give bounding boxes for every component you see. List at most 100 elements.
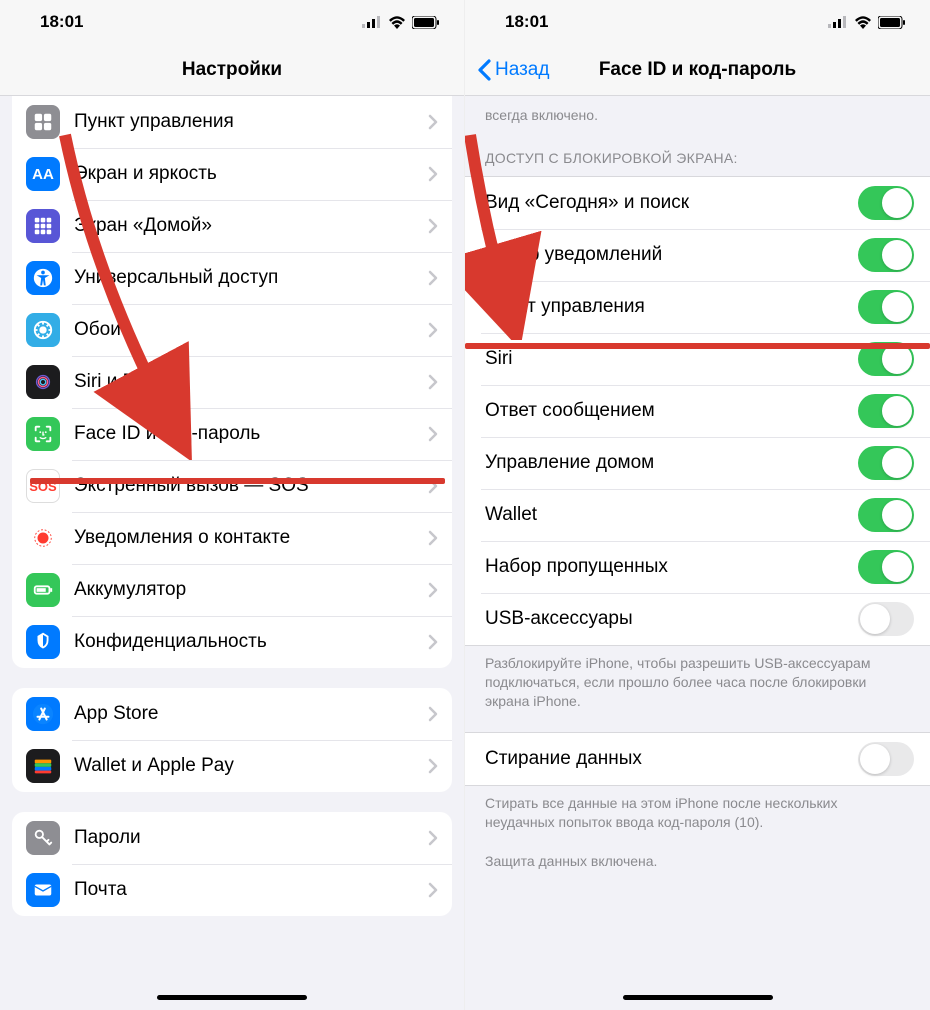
row-label: Wallet и Apple Pay [74,755,428,777]
home-indicator[interactable] [623,995,773,1000]
wallpaper-icon [26,313,60,347]
settings-row-wallpaper[interactable]: Обои [12,304,452,356]
page-title: Настройки [0,59,464,81]
chevron-right-icon [428,166,438,182]
toggle-row[interactable]: Вид «Сегодня» и поиск [465,177,930,229]
row-label: Аккумулятор [74,579,428,601]
accessibility-icon [26,261,60,295]
toggle-switch[interactable] [858,342,914,376]
erase-toggle[interactable] [858,742,914,776]
settings-row-key[interactable]: Пароли [12,812,452,864]
right-phone: 18:01 Назад Face ID и код-пароль всегда … [465,0,930,1010]
toggle-row[interactable]: Пункт управления [465,281,930,333]
row-label: Универсальный доступ [74,267,428,289]
row-label: Обои [74,319,428,341]
row-label: Экран и яркость [74,163,428,185]
home-screen-icon [26,209,60,243]
toggle-switch[interactable] [858,498,914,532]
back-label: Назад [495,59,549,81]
toggle-label: Пункт управления [485,296,858,318]
settings-list[interactable]: Пункт управления AA Экран и яркость Экран «… [0,96,464,1010]
left-phone: 18:01 Настройки Пункт управления AA Экран … [0,0,465,1010]
chevron-right-icon [428,634,438,650]
status-icons [828,16,906,29]
mail-icon [26,873,60,907]
row-label: Пароли [74,827,428,849]
settings-row-display[interactable]: AA Экран и яркость [12,148,452,200]
toggle-row[interactable]: Ответ сообщением [465,385,930,437]
status-bar: 18:01 [465,0,930,44]
battery-icon [878,16,906,29]
nav-bar: Назад Face ID и код-пароль [465,44,930,96]
wifi-icon [854,16,872,29]
toggle-switch[interactable] [858,394,914,428]
settings-row-accessibility[interactable]: Универсальный доступ [12,252,452,304]
status-time: 18:01 [505,12,548,32]
settings-row-wallet[interactable]: Wallet и Apple Pay [12,740,452,792]
row-label: App Store [74,703,428,725]
settings-row-battery[interactable]: Аккумулятор [12,564,452,616]
settings-row-appstore[interactable]: App Store [12,688,452,740]
chevron-left-icon [477,59,491,81]
nav-bar: Настройки [0,44,464,96]
chevron-right-icon [428,582,438,598]
toggle-row[interactable]: Центр уведомлений [465,229,930,281]
row-label: Siri и Поиск [74,371,428,393]
back-button[interactable]: Назад [465,59,549,81]
settings-row-control-center[interactable]: Пункт управления [12,96,452,148]
settings-row-siri[interactable]: Siri и Поиск [12,356,452,408]
erase-caption: Стирать все данные на этом iPhone после … [465,786,930,840]
toggle-label: USB-аксессуары [485,608,858,630]
chevron-right-icon [428,530,438,546]
settings-row-exposure[interactable]: Уведомления о контакте [12,512,452,564]
toggle-label: Ответ сообщением [485,400,858,422]
row-label: Экран «Домой» [74,215,428,237]
toggle-row[interactable]: Управление домом [465,437,930,489]
row-label: Конфиденциальность [74,631,428,653]
faceid-icon [26,417,60,451]
erase-label: Стирание данных [485,748,858,770]
status-icons [362,16,440,29]
wallet-icon [26,749,60,783]
erase-group: Стирание данных [465,732,930,786]
privacy-icon [26,625,60,659]
toggle-switch[interactable] [858,186,914,220]
chevron-right-icon [428,270,438,286]
row-label: Экстренный вызов — SOS [74,475,428,497]
toggle-switch[interactable] [858,290,914,324]
settings-row-faceid[interactable]: Face ID и код-пароль [12,408,452,460]
status-time: 18:01 [40,12,83,32]
chevron-right-icon [428,882,438,898]
toggle-switch[interactable] [858,238,914,272]
row-label: Face ID и код-пароль [74,423,428,445]
chevron-right-icon [428,218,438,234]
toggle-label: Siri [485,348,858,370]
settings-row-privacy[interactable]: Конфиденциальность [12,616,452,668]
toggle-row[interactable]: Siri [465,333,930,385]
row-label: Пункт управления [74,111,428,133]
toggle-row[interactable]: USB-аксессуары [465,593,930,645]
toggle-switch[interactable] [858,446,914,480]
toggle-row[interactable]: Набор пропущенных [465,541,930,593]
chevron-right-icon [428,478,438,494]
control-center-icon [26,105,60,139]
toggle-label: Центр уведомлений [485,244,858,266]
toggle-switch[interactable] [858,602,914,636]
home-indicator[interactable] [157,995,307,1000]
display-icon: AA [26,157,60,191]
settings-group-2: App Store Wallet и Apple Pay [12,688,452,792]
settings-group-3: Пароли Почта [12,812,452,916]
usb-caption: Разблокируйте iPhone, чтобы разрешить US… [465,646,930,719]
faceid-settings[interactable]: всегда включено. ДОСТУП С БЛОКИРОВКОЙ ЭК… [465,96,930,1010]
settings-row-home-screen[interactable]: Экран «Домой» [12,200,452,252]
toggle-label: Вид «Сегодня» и поиск [485,192,858,214]
settings-row-mail[interactable]: Почта [12,864,452,916]
erase-data-row[interactable]: Стирание данных [465,733,930,785]
settings-row-sos[interactable]: SOS Экстренный вызов — SOS [12,460,452,512]
chevron-right-icon [428,758,438,774]
sos-icon: SOS [26,469,60,503]
row-label: Почта [74,879,428,901]
exposure-icon [26,521,60,555]
toggle-switch[interactable] [858,550,914,584]
toggle-row[interactable]: Wallet [465,489,930,541]
